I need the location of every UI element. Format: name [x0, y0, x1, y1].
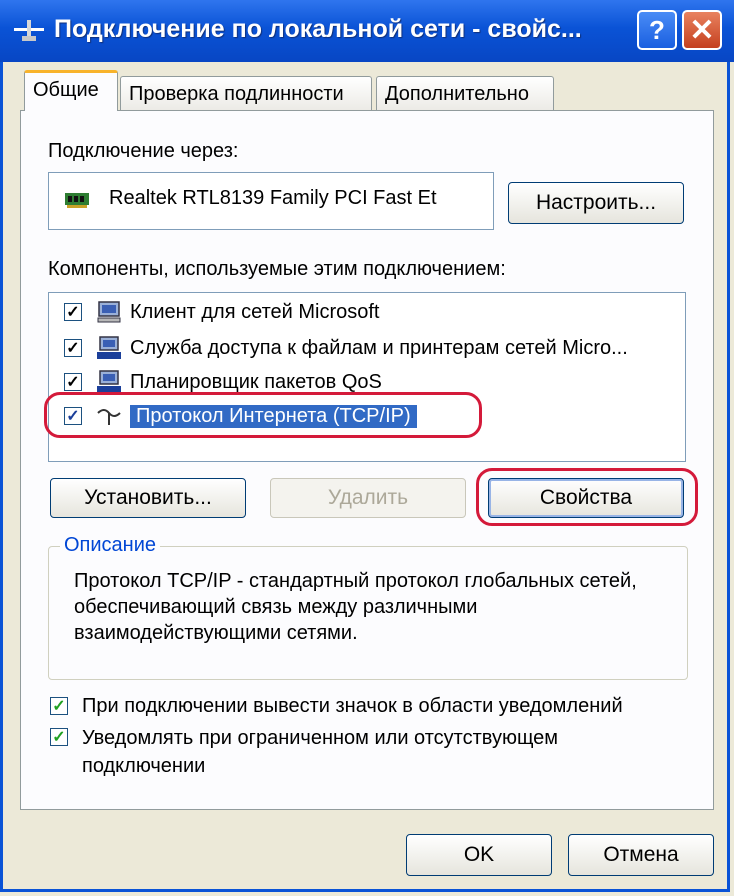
network-connection-icon	[14, 20, 44, 41]
network-adapter-icon	[65, 193, 89, 208]
tab-advanced[interactable]: Дополнительно	[376, 76, 554, 110]
tab-general[interactable]: Общие	[24, 70, 118, 111]
network-client-icon	[97, 301, 121, 323]
close-button[interactable]: ✕	[682, 10, 722, 50]
connect-via-label: Подключение через:	[48, 140, 239, 162]
checkbox[interactable]: ✓	[50, 728, 68, 746]
component-label: Клиент для сетей Microsoft	[130, 300, 380, 323]
tab-authentication[interactable]: Проверка подлинности	[120, 76, 372, 110]
adapter-field: Realtek RTL8139 Family PCI Fast Et	[48, 172, 494, 230]
checkbox[interactable]: ✓	[64, 339, 82, 357]
cancel-button[interactable]: Отмена	[568, 834, 714, 876]
checkbox[interactable]: ✓	[64, 303, 82, 321]
checkbox[interactable]: ✓	[50, 697, 68, 715]
help-button[interactable]: ?	[637, 10, 677, 50]
option-label: При подключении вывести значок в области…	[82, 694, 623, 717]
option-show-icon[interactable]: ✓ При подключении вывести значок в облас…	[50, 690, 623, 722]
install-button[interactable]: Установить...	[50, 478, 246, 518]
title-bar: Подключение по локальной сети - свойс...…	[0, 0, 734, 62]
component-item-client[interactable]: ✓ Клиент для сетей Microsoft	[64, 296, 379, 328]
checkbox[interactable]: ✓	[64, 373, 82, 391]
component-label: Планировщик пакетов QoS	[130, 370, 382, 393]
description-title: Описание	[60, 534, 161, 557]
ok-button[interactable]: OK	[406, 834, 552, 876]
configure-button[interactable]: Настроить...	[508, 182, 684, 224]
component-label: Служба доступа к файлам и принтерам сете…	[130, 336, 628, 359]
component-item-file-sharing[interactable]: ✓ Служба доступа к файлам и принтерам се…	[64, 332, 628, 364]
network-service-icon	[97, 336, 121, 359]
description-text: Протокол TCP/IP - стандартный протокол г…	[74, 570, 637, 644]
components-label: Компоненты, используемые этим подключени…	[48, 258, 506, 280]
window-title: Подключение по локальной сети - свойс...	[54, 15, 582, 43]
remove-button[interactable]: Удалить	[270, 478, 466, 518]
adapter-name: Realtek RTL8139 Family PCI Fast Et	[109, 187, 437, 209]
tcpip-highlight	[44, 392, 482, 438]
option-notify[interactable]: ✓ Уведомлять при ограниченном или отсутс…	[50, 724, 642, 784]
properties-highlight	[476, 468, 698, 526]
option-label: Уведомлять при ограниченном или отсутств…	[82, 727, 559, 777]
